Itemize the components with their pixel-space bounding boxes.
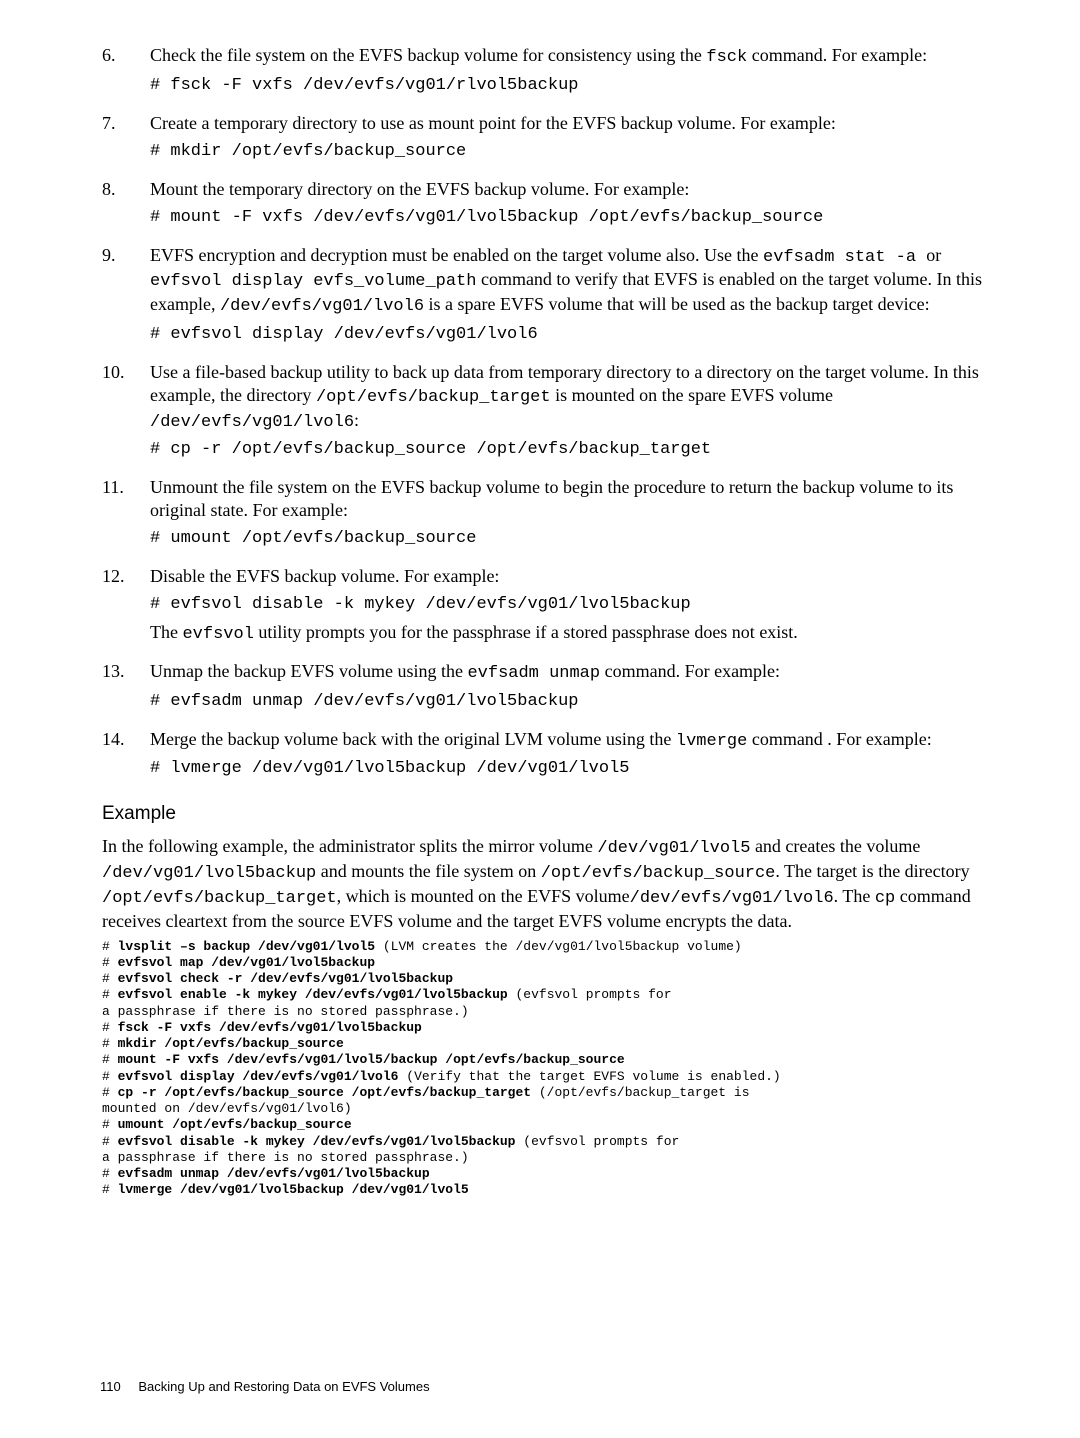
page-number: 110 (100, 1379, 121, 1394)
step-text: The evfsvol utility prompts you for the … (150, 621, 1008, 646)
command-line: # mount -F vxfs /dev/evfs/vg01/lvol5back… (150, 207, 1008, 230)
page-footer: 110 Backing Up and Restoring Data on EVF… (100, 1379, 430, 1394)
inline-code: /opt/evfs/backup_target (316, 388, 551, 407)
step-12: Disable the EVFS backup volume. For exam… (102, 565, 1008, 646)
example-heading: Example (102, 803, 1008, 825)
inline-code: /opt/evfs/backup_target (102, 889, 337, 908)
command-line: # evfsvol display /dev/evfs/vg01/lvol6 (150, 324, 1008, 347)
command-line: # umount /opt/evfs/backup_source (150, 528, 1008, 551)
footer-title: Backing Up and Restoring Data on EVFS Vo… (138, 1379, 429, 1394)
inline-code: /dev/evfs/vg01/lvol6 (630, 889, 834, 908)
step-14: Merge the backup volume back with the or… (102, 728, 1008, 782)
page: Check the file system on the EVFS backup… (0, 0, 1080, 1199)
step-text: Mount the temporary directory on the EVF… (150, 178, 1008, 201)
step-list: Check the file system on the EVFS backup… (102, 44, 1008, 781)
inline-code: /opt/evfs/backup_source (541, 864, 776, 883)
command-line: # fsck -F vxfs /dev/evfs/vg01/rlvol5back… (150, 75, 1008, 98)
command-line: # lvmerge /dev/vg01/lvol5backup /dev/vg0… (150, 758, 1008, 781)
inline-code: /dev/vg01/lvol5 (597, 839, 750, 858)
step-9: EVFS encryption and decryption must be e… (102, 244, 1008, 347)
step-text: Create a temporary directory to use as m… (150, 112, 1008, 135)
inline-code: /dev/evfs/vg01/lvol6 (150, 413, 354, 432)
step-10: Use a file-based backup utility to back … (102, 361, 1008, 462)
inline-code: evfsadm stat -a (763, 248, 926, 267)
step-8: Mount the temporary directory on the EVF… (102, 178, 1008, 230)
step-11: Unmount the file system on the EVFS back… (102, 476, 1008, 551)
example-paragraph: In the following example, the administra… (102, 835, 1008, 932)
step-text: Disable the EVFS backup volume. For exam… (150, 565, 1008, 588)
step-text: Check the file system on the EVFS backup… (150, 44, 1008, 69)
example-code-block: # lvsplit –s backup /dev/vg01/lvol5 (LVM… (102, 939, 1008, 1199)
step-13: Unmap the backup EVFS volume using the e… (102, 660, 1008, 714)
command-line: # mkdir /opt/evfs/backup_source (150, 141, 1008, 164)
command-line: # cp -r /opt/evfs/backup_source /opt/evf… (150, 439, 1008, 462)
step-text: Merge the backup volume back with the or… (150, 728, 1008, 753)
step-7: Create a temporary directory to use as m… (102, 112, 1008, 164)
inline-code: fsck (706, 48, 747, 67)
inline-code: /dev/vg01/lvol5backup (102, 864, 316, 883)
command-line: # evfsvol disable -k mykey /dev/evfs/vg0… (150, 594, 1008, 617)
command-line: # evfsadm unmap /dev/evfs/vg01/lvol5back… (150, 691, 1008, 714)
inline-code: evfsvol display evfs_volume_path (150, 272, 476, 291)
inline-code: lvmerge (676, 732, 747, 751)
step-text: Unmount the file system on the EVFS back… (150, 476, 1008, 522)
inline-code: evfsadm unmap (467, 664, 600, 683)
step-6: Check the file system on the EVFS backup… (102, 44, 1008, 98)
inline-code: evfsvol (182, 625, 253, 644)
step-text: Use a file-based backup utility to back … (150, 361, 1008, 434)
step-text: EVFS encryption and decryption must be e… (150, 244, 1008, 318)
step-text: Unmap the backup EVFS volume using the e… (150, 660, 1008, 685)
inline-code: /dev/evfs/vg01/lvol6 (220, 297, 424, 316)
inline-code: cp (875, 889, 895, 908)
